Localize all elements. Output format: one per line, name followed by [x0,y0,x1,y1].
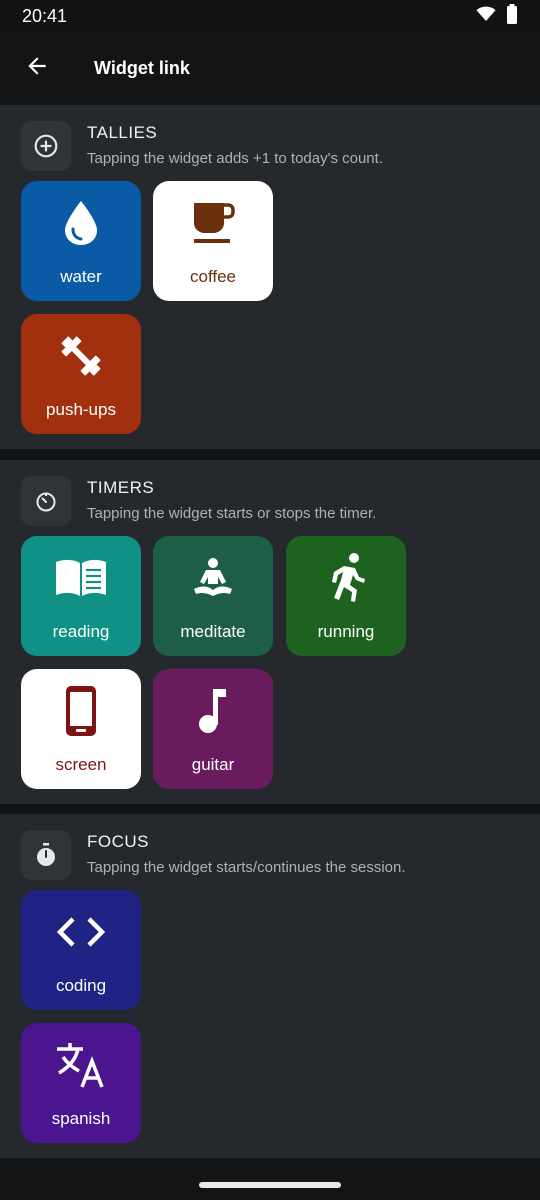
tile-label: reading [52,622,110,641]
dumbbell-icon [21,330,141,382]
tile-label: coffee [189,267,236,286]
widget-tile-spanish[interactable]: spanish [21,1023,141,1143]
translate-icon [21,1039,141,1091]
meditation-icon [153,552,273,604]
app-bar: Widget link [0,32,540,104]
stopwatch-icon [21,830,71,880]
widget-tile-guitar[interactable]: guitar [153,669,273,789]
tile-label: running [317,622,375,641]
section-subtitle: Tapping the widget adds +1 to today's co… [87,150,383,167]
widget-tile-water[interactable]: water [21,181,141,301]
book-icon [21,552,141,604]
status-time: 20:41 [22,5,68,26]
status-icons [476,3,518,29]
music-note-icon [153,685,273,737]
coffee-cup-icon [153,197,273,249]
tile-label: spanish [51,1109,111,1128]
arrow-back-icon [24,53,50,84]
tile-label: coding [55,976,107,995]
section-header-timers: TIMERS Tapping the widget starts or stop… [21,476,521,526]
add-circle-icon [21,121,71,171]
section-subtitle: Tapping the widget starts/continues the … [87,859,406,876]
widget-tile-running[interactable]: running [286,536,406,656]
battery-icon [506,3,518,29]
section-tallies: TALLIES Tapping the widget adds +1 to to… [0,105,540,449]
status-bar: 20:41 [0,0,540,32]
tile-label: water [60,267,102,286]
water-drop-icon [21,197,141,249]
section-header-focus: FOCUS Tapping the widget starts/continue… [21,830,521,880]
tile-label: push-ups [46,400,116,419]
phone-icon [21,685,141,737]
section-title: TALLIES [87,123,158,142]
section-title: FOCUS [87,832,149,851]
widget-tile-meditate[interactable]: meditate [153,536,273,656]
page-title: Widget link [94,57,190,78]
section-focus: FOCUS Tapping the widget starts/continue… [0,814,540,1158]
navigation-bar [0,1158,540,1200]
widget-tile-screen[interactable]: screen [21,669,141,789]
tile-label: guitar [191,755,235,774]
code-icon [21,906,141,958]
section-timers: TIMERS Tapping the widget starts or stop… [0,460,540,804]
section-header-tallies: TALLIES Tapping the widget adds +1 to to… [21,121,521,171]
wifi-icon [476,6,496,27]
back-button[interactable] [0,32,74,104]
home-gesture-handle[interactable] [199,1182,341,1188]
widget-tile-push-ups[interactable]: push-ups [21,314,141,434]
tile-label: screen [55,755,107,774]
tile-label: meditate [180,622,246,641]
widget-tile-coding[interactable]: coding [21,890,141,1010]
section-title: TIMERS [87,478,155,497]
widget-tile-reading[interactable]: reading [21,536,141,656]
running-icon [286,552,406,604]
widget-tile-coffee[interactable]: coffee [153,181,273,301]
section-subtitle: Tapping the widget starts or stops the t… [87,505,377,522]
timer-icon [21,476,71,526]
